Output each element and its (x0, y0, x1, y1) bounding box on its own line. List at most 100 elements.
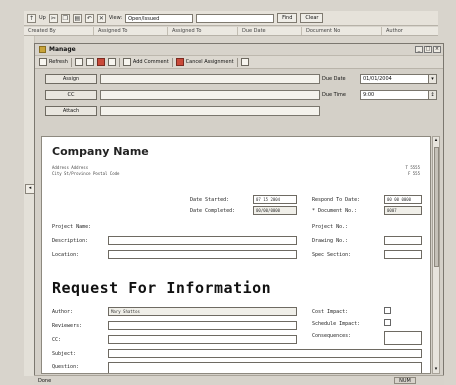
close-button[interactable]: × (433, 46, 441, 53)
date-completed-label: Date Completed: (190, 208, 236, 214)
status-text: Done (38, 378, 52, 384)
paste-icon[interactable]: ▤ (72, 13, 82, 23)
description-label: Description: (52, 238, 89, 244)
scroll-up-icon[interactable]: ▴ (433, 137, 439, 144)
clear-button[interactable]: Clear (300, 13, 324, 23)
column-assigned-to-2[interactable]: Assigned To (168, 27, 238, 35)
cc-field-label: CC: (52, 337, 62, 343)
schedule-impact-checkbox[interactable] (384, 319, 391, 326)
search-input[interactable] (196, 13, 275, 23)
drawing-no-field[interactable] (384, 236, 422, 245)
cancel-assignment-button[interactable]: Cancel Assignment (175, 58, 234, 66)
minimize-button[interactable]: _ (415, 46, 423, 53)
author-field[interactable]: Mary Shattos (108, 307, 297, 316)
window-toolbar: Refresh Add Comment Cancel Assignment (35, 56, 443, 69)
rfi-document: Company Name Address Address City St/Pro… (41, 136, 431, 374)
subject-field[interactable] (108, 349, 422, 358)
assign-button[interactable]: Assign (45, 73, 97, 84)
subject-label: Subject: (52, 351, 77, 357)
view-label: View: (108, 15, 123, 21)
tb-up-label: Up (39, 15, 46, 21)
cost-impact-checkbox[interactable] (384, 307, 391, 314)
undo-icon[interactable]: ↶ (84, 13, 94, 23)
cost-impact-label: Cost Impact: (312, 309, 349, 315)
attach-row: Attach (45, 105, 320, 116)
date-completed-field[interactable]: 00/00/0000 (253, 206, 297, 215)
question-field[interactable] (108, 362, 422, 373)
assign-row: Assign (45, 73, 320, 84)
manage-window: Manage _ □ × Refresh Add Comment Cancel … (34, 43, 444, 385)
cancel-assignment-label: Cancel Assignment (185, 59, 234, 65)
chevron-down-icon[interactable]: ▾ (428, 74, 436, 83)
consequences-label: Consequences: (312, 333, 352, 339)
attach-icon[interactable] (107, 58, 116, 66)
find-button[interactable]: Find (277, 13, 298, 23)
reviewers-field[interactable] (108, 321, 297, 330)
due-date-value: 01/01/2004 (363, 75, 392, 82)
consequences-field[interactable] (384, 331, 422, 345)
view-select[interactable]: Open/Issued (125, 13, 194, 23)
location-field[interactable] (108, 250, 297, 259)
cc-row: CC (45, 89, 320, 100)
outer-toolbar: ↑ Up ✂ ❐ ▤ ↶ ✕ View: Open/Issued Find Cl… (24, 11, 438, 26)
due-date-label: Due Date (322, 75, 346, 82)
company-address-line1: Address Address (52, 165, 89, 170)
author-label: Author: (52, 309, 74, 315)
column-created-by[interactable]: Created By (24, 27, 94, 35)
cc-button[interactable]: CC (45, 89, 97, 100)
document-no-field[interactable]: 0007 (384, 206, 422, 215)
due-time-field[interactable]: 9:00 ↕ (360, 89, 437, 100)
company-fax: F 555 (407, 171, 420, 176)
copy-icon[interactable]: ❐ (60, 13, 70, 23)
cc-field[interactable] (100, 89, 320, 100)
spec-section-label: Spec Section: (312, 252, 352, 258)
flag-icon[interactable] (96, 58, 105, 66)
comment-icon (122, 58, 131, 66)
print-icon[interactable] (85, 58, 94, 66)
toolbar-separator (70, 57, 72, 67)
attach-button[interactable]: Attach (45, 105, 97, 116)
cut-icon[interactable]: ✂ (48, 13, 58, 23)
rfi-title: Request For Information (52, 279, 272, 297)
reviewers-label: Reviewers: (52, 323, 83, 329)
scroll-down-icon[interactable]: ▾ (433, 366, 439, 373)
column-author[interactable]: Author (382, 27, 438, 35)
due-date-field[interactable]: 01/01/2004 ▾ (360, 73, 437, 84)
company-name: Company Name (52, 145, 149, 158)
scroll-thumb[interactable] (434, 147, 439, 267)
respond-by-field[interactable]: 00 00 0000 (384, 195, 422, 204)
assign-field[interactable] (100, 73, 320, 84)
description-field[interactable] (108, 236, 297, 245)
document-no-label: * Document No.: (312, 208, 358, 214)
toolbar-separator (236, 57, 238, 67)
refresh-icon (39, 58, 47, 66)
history-icon[interactable] (240, 58, 249, 66)
project-name-label: Project Name: (52, 224, 92, 230)
refresh-button[interactable]: Refresh (39, 58, 68, 66)
due-time-row: Due Time 9:00 ↕ (322, 89, 437, 100)
attach-field[interactable] (100, 105, 320, 116)
location-label: Location: (52, 252, 80, 258)
column-document-no[interactable]: Document No (302, 27, 382, 35)
window-title: Manage (49, 46, 76, 53)
project-no-label: Project No.: (312, 224, 349, 230)
column-assigned-to[interactable]: Assigned To (94, 27, 168, 35)
company-address-line2: City St/Province Postal Code (52, 171, 120, 176)
spec-section-field[interactable] (384, 250, 422, 259)
save-icon[interactable] (74, 58, 83, 66)
spinner-icon[interactable]: ↕ (428, 90, 436, 99)
add-comment-label: Add Comment (132, 59, 169, 65)
toolbar-separator (118, 57, 120, 67)
cancel-icon (175, 58, 184, 66)
up-icon[interactable]: ↑ (27, 13, 36, 23)
delete-icon[interactable]: ✕ (96, 13, 106, 23)
cc-document-field[interactable] (108, 335, 297, 344)
due-date-row: Due Date 01/01/2004 ▾ (322, 73, 437, 84)
date-started-label: Date Started: (190, 197, 230, 203)
window-titlebar: Manage _ □ × (35, 44, 443, 56)
add-comment-button[interactable]: Add Comment (122, 58, 169, 66)
date-started-field[interactable]: 07 15 2004 (253, 195, 297, 204)
document-scrollbar[interactable]: ▴ ▾ (432, 136, 440, 374)
maximize-button[interactable]: □ (424, 46, 432, 53)
column-due-date[interactable]: Due Date (238, 27, 302, 35)
